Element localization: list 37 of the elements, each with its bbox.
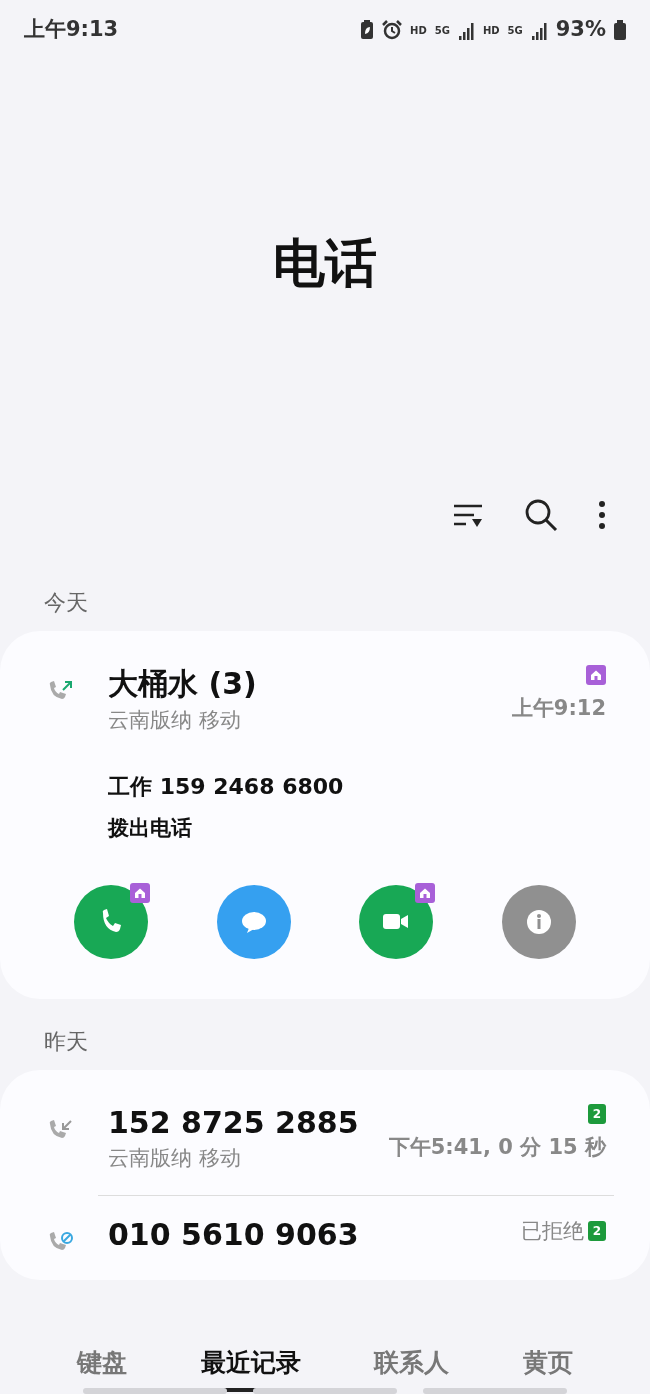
- battery-saver-icon: [360, 20, 375, 40]
- nav-tab[interactable]: 黄页: [523, 1344, 574, 1392]
- call-detail-number: 工作 159 2468 6800: [108, 773, 345, 801]
- call-time: 已拒绝: [521, 1217, 584, 1245]
- call-time: 上午9:12: [511, 695, 606, 722]
- network-label: 5G: [507, 23, 523, 38]
- battery-icon: [614, 20, 626, 40]
- caller-name: 010 5610 9063: [108, 1215, 359, 1253]
- page-title: 电话: [272, 231, 378, 295]
- caller-name: 大桶水 (3): [108, 665, 257, 703]
- sim-badge: 2: [588, 1103, 606, 1124]
- network-label: HD: [482, 23, 500, 38]
- home-sim-icon: [415, 882, 436, 903]
- alarm-icon: [382, 20, 403, 40]
- nav-tab[interactable]: 键盘: [76, 1344, 127, 1392]
- signal-icon: [530, 20, 548, 40]
- status-time: 上午9:13: [24, 16, 119, 44]
- network-label: 5G: [434, 23, 450, 38]
- call-type: 拨出电话: [108, 815, 193, 842]
- network-label: HD: [410, 23, 427, 38]
- call-time: 下午5:41, 0 分 15 秒: [388, 1133, 606, 1161]
- call-row[interactable]: 152 8725 2885 云南版纳 移动 2 下午5:41, 0 分 15 秒: [0, 1091, 650, 1187]
- signal-icon: [457, 20, 475, 40]
- section-header: 昨天: [43, 1027, 89, 1056]
- home-sim-icon: [130, 882, 151, 903]
- battery-percent: 93%: [555, 16, 606, 44]
- sim-badge: 2: [588, 1221, 606, 1242]
- caller-name: 152 8725 2885: [108, 1103, 359, 1141]
- nav-tab[interactable]: 联系人: [374, 1344, 450, 1392]
- section-header: 今天: [43, 589, 89, 617]
- call-row[interactable]: 大桶水 (3) 云南版纳 移动 上午9:12: [0, 653, 650, 748]
- more-icon[interactable]: [598, 500, 606, 530]
- home-sim-icon: [586, 665, 606, 685]
- caller-location: 云南版纳 移动: [108, 706, 242, 734]
- search-icon[interactable]: [524, 498, 558, 532]
- call-row[interactable]: 010 5610 9063 已拒绝 2: [0, 1203, 650, 1270]
- caller-location: 云南版纳 移动: [108, 1145, 242, 1172]
